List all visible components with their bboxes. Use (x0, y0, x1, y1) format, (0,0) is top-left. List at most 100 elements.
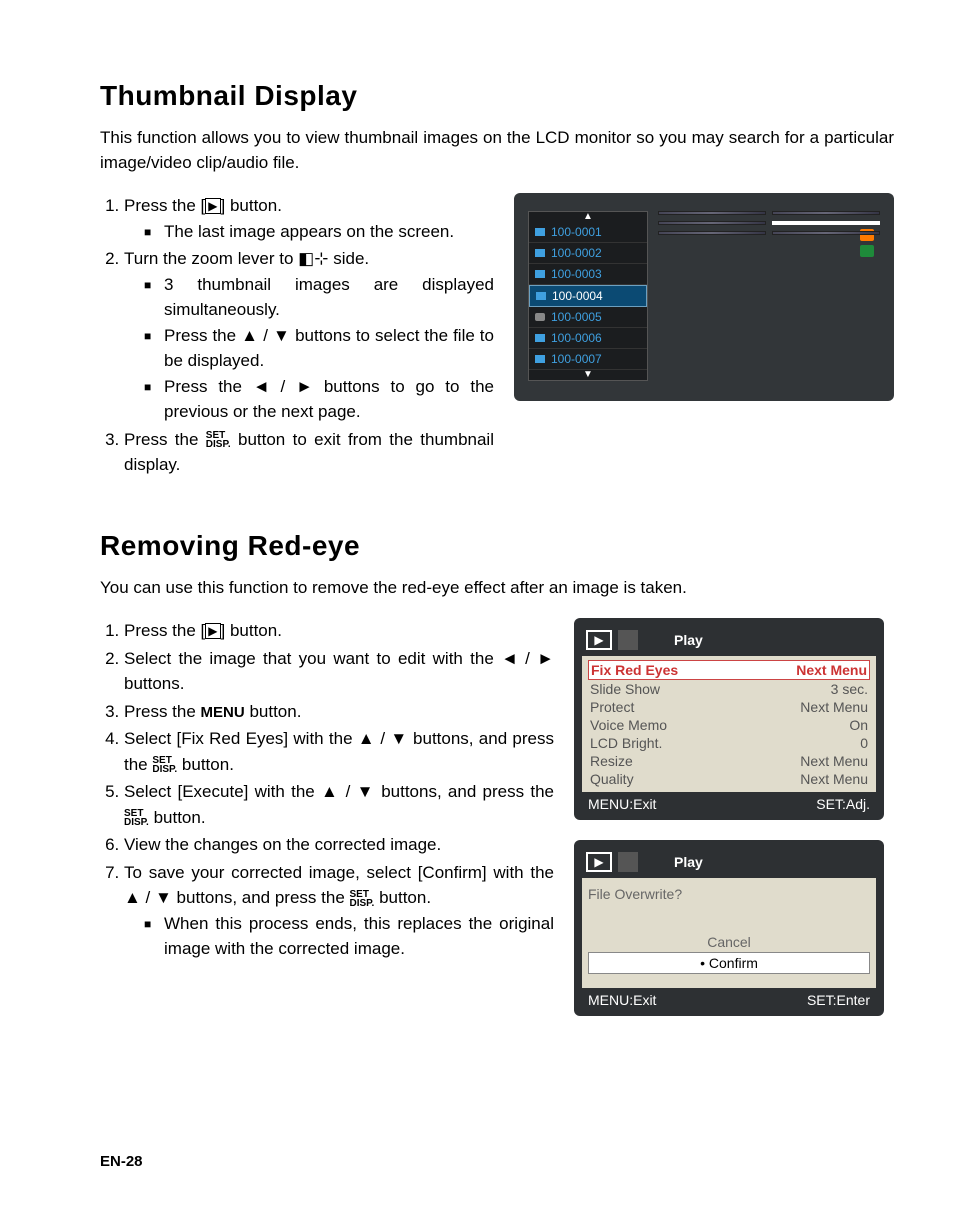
text: side. (328, 249, 369, 268)
intro-redeye: You can use this function to remove the … (100, 576, 894, 601)
text: button. (374, 888, 431, 907)
substep: The last image appears on the screen. (144, 219, 494, 245)
menu-row: Slide Show3 sec. (588, 680, 870, 698)
menu-value: Next Menu (800, 771, 868, 787)
audio-icon (535, 313, 545, 321)
leftright-icon: ◄ / ► (253, 377, 313, 396)
menu-value: 0 (860, 735, 868, 751)
step-4: Select [Fix Red Eyes] with the ▲ / ▼ but… (124, 726, 554, 777)
intro-thumbnail: This function allows you to view thumbna… (100, 126, 894, 175)
set-disp-icon: SETDISP. (152, 756, 177, 774)
file-label: 100-0006 (551, 331, 602, 345)
text: buttons, and press the (172, 888, 350, 907)
text: ] button. (221, 196, 282, 215)
step-3: Press the SETDISP. button to exit from t… (124, 427, 494, 478)
text: Select [Fix Red Eyes] with the (124, 729, 358, 748)
file-icon (535, 249, 545, 257)
text: button. (177, 755, 234, 774)
confirm-option-confirm: • Confirm (588, 952, 870, 974)
set-disp-icon: SETDISP. (350, 890, 375, 908)
file-icon (535, 270, 545, 278)
menu-label: Voice Memo (590, 717, 667, 733)
preview (772, 211, 880, 215)
step-3: Press the MENU button. (124, 699, 554, 725)
menu-row: ProtectNext Menu (588, 698, 870, 716)
file-item: 100-0007 (529, 349, 647, 370)
substep: When this process ends, this replaces th… (144, 911, 554, 962)
step-7: To save your corrected image, select [Co… (124, 860, 554, 962)
thumbnail-screenshot: ▲ 100-0001 100-0002 100-0003 100-0004 10… (514, 193, 894, 401)
section-title-thumbnail: Thumbnail Display (100, 80, 894, 112)
menu-value: Next Menu (796, 662, 867, 678)
menu-row: Quality Next Menu (588, 770, 870, 788)
file-label: 100-0004 (552, 289, 603, 303)
setup-tab-icon (618, 852, 638, 872)
menu-row: Resize Next Menu (588, 752, 870, 770)
updown-icon: ▲ / ▼ (321, 782, 375, 801)
menu-footer-exit: MENU:Exit (588, 992, 656, 1008)
menu-label: LCD Bright. (590, 735, 662, 751)
play-menu-screenshot: ▶ Play Fix Red Eyes Next Menu Slide Show3… (574, 618, 884, 820)
steps-thumbnail: Press the [▶] button. The last image app… (100, 193, 494, 478)
thumbnail-previews (658, 211, 880, 235)
updown-icon: ▲ / ▼ (124, 888, 172, 907)
scroll-up-icon: ▲ (529, 212, 647, 222)
menu-label: Resize (590, 753, 633, 769)
confirm-question: File Overwrite? (588, 886, 870, 902)
text: ] button. (221, 621, 282, 640)
mic-icon (860, 245, 874, 257)
preview (658, 231, 766, 235)
text: button. (149, 808, 206, 827)
set-disp-icon: SETDISP. (124, 809, 149, 827)
file-item: 100-0005 (529, 307, 647, 328)
scroll-down-icon: ▼ (529, 370, 647, 380)
text: Press the [ (124, 196, 205, 215)
file-item: 100-0002 (529, 243, 647, 264)
file-label: 100-0002 (551, 246, 602, 260)
page-number: EN-28 (100, 1153, 143, 1170)
updown-icon: ▲ / ▼ (358, 729, 408, 748)
menu-footer-set: SET:Adj. (816, 796, 870, 812)
file-item: 100-0003 (529, 264, 647, 285)
substep: 3 thumbnail images are displayed simulta… (144, 272, 494, 323)
file-icon (535, 228, 545, 236)
text: Press the (124, 430, 206, 449)
text: Select [Execute] with the (124, 782, 321, 801)
menu-label: Fix Red Eyes (591, 662, 678, 678)
menu-label: Protect (590, 699, 634, 715)
text: Press the (164, 326, 241, 345)
menu-label: Quality (590, 771, 634, 787)
menu-footer-set: SET:Enter (807, 992, 870, 1008)
step-2: Turn the zoom lever to ◧⊹ side. 3 thumbn… (124, 246, 494, 425)
confirm-dialog-screenshot: ▶ Play File Overwrite? Cancel • Confirm … (574, 840, 884, 1016)
step-1: Press the [▶] button. (124, 618, 554, 644)
file-icon (535, 355, 545, 363)
file-label: 100-0005 (551, 310, 602, 324)
section-title-redeye: Removing Red-eye (100, 530, 894, 562)
substep: Press the ◄ / ► buttons to go to the pre… (144, 374, 494, 425)
setup-tab-icon (618, 630, 638, 650)
menu-title: Play (674, 854, 703, 870)
menu-row: Voice MemoOn (588, 716, 870, 734)
file-icon (536, 292, 546, 300)
play-tab-icon: ▶ (586, 630, 612, 650)
text: Turn the zoom lever to (124, 249, 298, 268)
step-6: View the changes on the corrected image. (124, 832, 554, 858)
file-item-selected: 100-0004 (529, 285, 647, 307)
menu-row-selected: Fix Red Eyes Next Menu (588, 660, 870, 680)
steps-redeye: Press the [▶] button. Select the image t… (100, 618, 554, 962)
set-disp-icon: SETDISP. (206, 431, 231, 449)
menu-value: Next Menu (800, 753, 868, 769)
preview (658, 221, 766, 225)
text: buttons, and press the (375, 782, 554, 801)
confirm-option-cancel: Cancel (588, 932, 870, 952)
menu-title: Play (674, 632, 703, 648)
step-2: Select the image that you want to edit w… (124, 646, 554, 697)
file-item: 100-0001 (529, 222, 647, 243)
file-label: 100-0007 (551, 352, 602, 366)
file-icon (535, 334, 545, 342)
step-1: Press the [▶] button. The last image app… (124, 193, 494, 244)
preview (772, 231, 880, 235)
menu-label: Slide Show (590, 681, 660, 697)
play-icon: ▶ (205, 198, 220, 214)
